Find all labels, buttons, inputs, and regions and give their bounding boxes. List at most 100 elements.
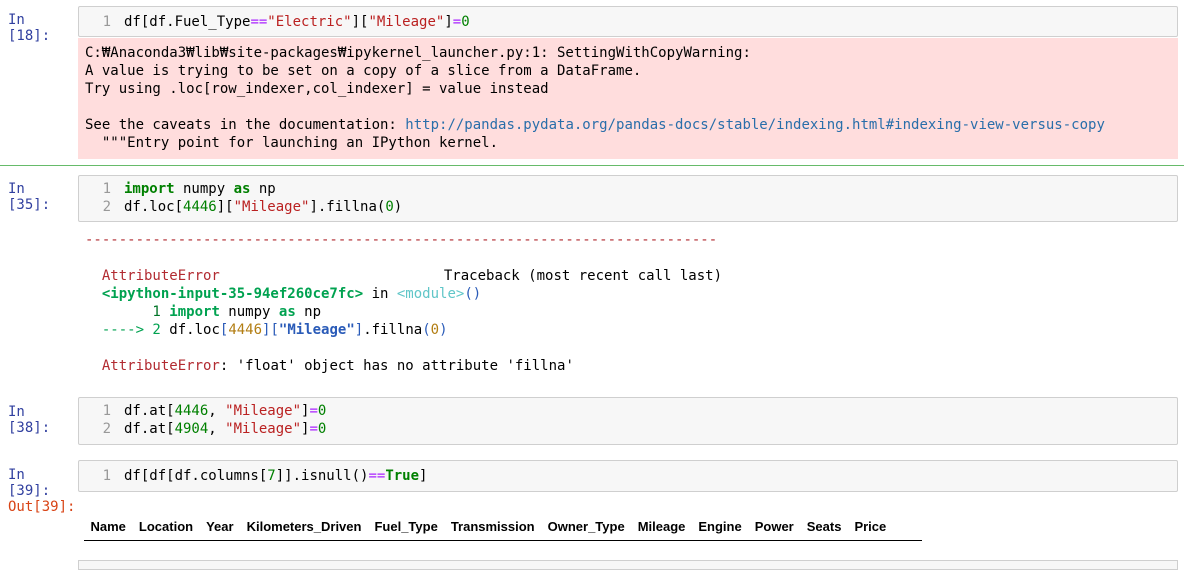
module-parens: ()	[464, 286, 482, 302]
code-token: 0	[317, 421, 327, 437]
code-text[interactable]: df.at[4446, "Mileage"]=0	[124, 402, 326, 420]
cell-18-prompt: In [18]:	[8, 12, 51, 44]
traceback-line-1: 1 import numpy as np	[85, 285, 321, 320]
cell-35-editor[interactable]: 1 import numpy as np 2 df.loc[4446]["Mileag…	[78, 175, 1178, 222]
line-number: 2	[102, 199, 111, 215]
code-text[interactable]: df.loc[4446]["Mileage"].fillna(0)	[124, 198, 402, 216]
stderr-line: """Entry point for launching an IPython …	[85, 135, 499, 151]
code-token: =	[452, 14, 462, 30]
code-bracket: ]	[354, 322, 364, 338]
column-header: Mileage	[637, 519, 686, 534]
cell-18-stderr-output: C:₩Anaconda3₩lib₩site-packages₩ipykernel…	[78, 38, 1178, 159]
column-header: Year	[206, 519, 234, 534]
cell-38-prompt: In [38]:	[8, 404, 51, 436]
code-token: 0	[317, 403, 327, 419]
line-number: 1	[102, 181, 111, 197]
cell-38-editor[interactable]: 1 df.at[4446, "Mileage"]=0 2 df.at[4904, "M…	[78, 397, 1178, 445]
stderr-line: Try using .loc[row_indexer,col_indexer] …	[85, 81, 549, 97]
cell-39-prompt: In [39]:	[8, 467, 51, 499]
cell-39-out-prompt: Out[39]:	[8, 499, 76, 515]
line-number: 1	[102, 468, 111, 484]
code-token: 0	[385, 199, 394, 215]
traceback-label: Traceback (most recent call last)	[443, 268, 723, 284]
code-token: "Mileage"	[225, 403, 302, 419]
code-line[interactable]: 2 df.at[4904, "Mileage"]=0	[79, 420, 1177, 438]
code-line[interactable]: 1 df[df.Fuel_Type=="Electric"]["Mileage"]…	[79, 13, 1177, 31]
code-number: 4446	[228, 322, 263, 338]
code-token: "Mileage"	[368, 14, 445, 30]
code-text[interactable]: import numpy as np	[124, 180, 276, 198]
column-header: Kilometers_Driven	[246, 519, 362, 534]
cell-39-editor[interactable]: 1 df[df[df.columns[7]].isnull()==True]	[78, 460, 1178, 492]
column-header: Price	[854, 519, 887, 534]
code-token: "Electric"	[267, 14, 352, 30]
stderr-line: A value is trying to be set on a copy of…	[85, 63, 642, 79]
caveats-text: See the caveats in the documentation:	[85, 117, 406, 133]
code-token: ,	[208, 421, 226, 437]
code-token: df.at[	[124, 421, 175, 437]
code-token: )	[393, 199, 403, 215]
error-arrow: ----> 2	[101, 322, 170, 338]
code-line[interactable]: 1 import numpy as np	[79, 180, 1177, 198]
code-token: numpy	[174, 181, 234, 197]
code-token: 4446	[174, 403, 209, 419]
code-paren: (	[422, 322, 431, 338]
code-token: "Mileage"	[233, 199, 310, 215]
code-text: df.loc	[169, 322, 220, 338]
code-token: ].fillna(	[309, 199, 386, 215]
code-token: 7	[267, 468, 276, 484]
code-text[interactable]: df.at[4904, "Mileage"]=0	[124, 420, 326, 438]
in-word: in	[363, 286, 397, 302]
code-line[interactable]: 1 df.at[4446, "Mileage"]=0	[79, 402, 1177, 420]
dataframe-output: Name Location Year Kilometers_Driven Fuel_Ty…	[84, 517, 893, 536]
code-token: 0	[461, 14, 470, 30]
code-text[interactable]: df[df.Fuel_Type=="Electric"]["Mileage"]=…	[124, 13, 470, 31]
code-token: ==	[250, 14, 268, 30]
column-header: Name	[90, 519, 126, 534]
code-token: 4446	[183, 199, 217, 215]
line-number: 1	[102, 403, 111, 419]
dataframe-header-rule	[84, 540, 922, 541]
code-token: as	[233, 181, 251, 197]
next-cell-editor[interactable]	[78, 560, 1178, 570]
code-token: np	[250, 181, 276, 197]
column-header: Engine	[698, 519, 742, 534]
code-text[interactable]: df[df[df.columns[7]].isnull()==True]	[124, 467, 427, 485]
error-message: : 'float' object has no attribute 'filln…	[219, 358, 574, 374]
code-token: df.at[	[124, 403, 175, 419]
module-name: <module>	[396, 286, 465, 302]
line-number: 2	[102, 421, 111, 437]
code-string: "Mileage"	[278, 322, 355, 338]
code-number: 0	[430, 322, 440, 338]
code-text: .fillna	[363, 322, 423, 338]
code-token: 4904	[174, 421, 209, 437]
traceback-final-error: AttributeError: 'float' object has no at…	[85, 339, 574, 374]
code-paren: )	[439, 322, 448, 338]
code-token: df.loc[	[124, 199, 184, 215]
traceback-header: AttributeError Traceback (most recent cal…	[85, 249, 722, 284]
column-header: Transmission	[450, 519, 535, 534]
code-token: True	[385, 468, 420, 484]
code-line[interactable]: 2 df.loc[4446]["Mileage"].fillna(0)	[79, 198, 1177, 216]
code-token: ]	[419, 468, 428, 484]
code-token: import	[124, 181, 175, 197]
code-token: "Mileage"	[225, 421, 302, 437]
traceback-dashes: ----------------------------------------…	[85, 232, 718, 248]
column-header: Owner_Type	[547, 519, 625, 534]
stderr-caveats-line: See the caveats in the documentation: ht…	[85, 116, 1105, 134]
cell-18-editor[interactable]: 1 df[df.Fuel_Type=="Electric"]["Mileage"]…	[78, 6, 1178, 37]
column-header: Location	[138, 519, 194, 534]
code-token: ,	[208, 403, 226, 419]
selected-cell-divider	[0, 165, 1184, 166]
code-token: ]	[444, 14, 453, 30]
column-header: Seats	[806, 519, 842, 534]
code-token: ][	[216, 199, 234, 215]
code-token: =	[309, 403, 318, 419]
column-header: Power	[754, 519, 794, 534]
code-token: df[df[df.columns[	[124, 468, 268, 484]
cell-35-prompt: In [35]:	[8, 181, 51, 213]
code-line[interactable]: 1 df[df[df.columns[7]].isnull()==True]	[79, 467, 1177, 485]
code-token: ][	[351, 14, 369, 30]
code-bracket: ][	[262, 322, 279, 338]
pandas-docs-link[interactable]: http://pandas.pydata.org/pandas-docs/sta…	[405, 117, 1105, 133]
